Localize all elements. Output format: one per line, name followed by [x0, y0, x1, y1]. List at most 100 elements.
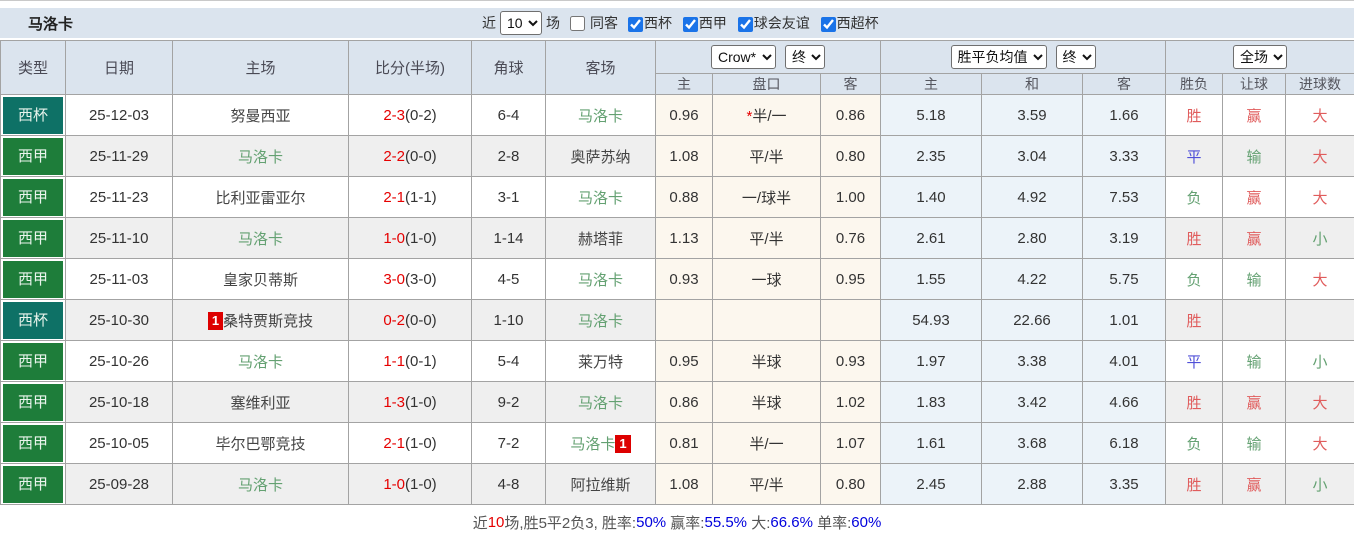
league-type-badge: 西甲: [3, 342, 63, 380]
fulltime-score: 1-1: [383, 352, 405, 370]
footer-segment: 场,胜5平2负3, 胜率:: [504, 514, 637, 532]
halftime-score: (0-0): [405, 147, 437, 165]
lose-odds-cell: 4.01: [1081, 340, 1167, 382]
handicap-line: 一球: [751, 271, 782, 289]
handicap-result-cell: 赢: [1222, 463, 1287, 505]
draw-odds-cell: 3.68: [981, 422, 1083, 464]
home-team-cell: 努曼西亚: [172, 94, 349, 136]
lose-odds-cell: 1.01: [1081, 299, 1167, 341]
league-type-badge: 西甲: [3, 137, 63, 175]
odds-source-select[interactable]: Crow*: [711, 45, 776, 69]
table-row: 西甲 25-11-23 比利亚雷亚尔 2-1(1-1) 3-1 马洛卡 0.88…: [0, 176, 1354, 218]
fulltime-score: 1-3: [383, 393, 405, 411]
competition-filter-checkbox[interactable]: [820, 16, 836, 32]
league-type-badge: 西甲: [3, 260, 63, 298]
competition-filter-checkbox[interactable]: [628, 16, 643, 32]
table-row: 西甲 25-11-03 皇家贝蒂斯 3-0(3-0) 4-5 马洛卡 0.93 …: [0, 258, 1354, 300]
handicap-home-odds-cell: 0.81: [655, 422, 713, 464]
handicap-line-cell: 一球: [712, 258, 821, 300]
result-cell: 胜: [1165, 94, 1224, 136]
subheader-handicap-line: 盘口: [712, 73, 821, 95]
europe-avg-select[interactable]: 胜平负均值: [950, 45, 1047, 69]
handicap-line-cell: *半/一: [712, 94, 821, 136]
halftime-score: (1-0): [405, 393, 437, 411]
away-team-cell: 马洛卡: [545, 94, 656, 136]
fulltime-score: 1-0: [383, 229, 405, 247]
league-type-badge: 西甲: [3, 465, 63, 503]
home-team-cell: 毕尔巴鄂竞技: [172, 422, 349, 464]
win-odds-cell: 2.61: [880, 217, 982, 259]
handicap-line: 半/一: [749, 435, 784, 453]
draw-odds-cell: 4.22: [981, 258, 1083, 300]
away-team-name: 马洛卡: [577, 271, 623, 289]
away-team-cell: 马洛卡: [545, 381, 656, 423]
subheader-handicap-away: 客: [820, 73, 881, 95]
league-type-badge: 西杯: [3, 301, 63, 339]
recent-count-select[interactable]: 10: [500, 11, 542, 35]
competition-filter-checkbox[interactable]: [682, 16, 698, 32]
corner-cell: 4-8: [471, 463, 546, 505]
fulltime-score: 2-3: [383, 106, 405, 124]
draw-odds-cell: 3.38: [981, 340, 1083, 382]
handicap-line: 半球: [751, 353, 782, 371]
handicap-home-odds-cell: 0.88: [655, 176, 713, 218]
subheader-draw: 和: [981, 73, 1083, 95]
footer-segment: 60%: [851, 513, 882, 531]
draw-odds-cell: 4.92: [981, 176, 1083, 218]
handicap-away-odds-cell: [820, 299, 881, 341]
away-team-name: 奥萨苏纳: [570, 148, 631, 166]
corner-cell: 9-2: [471, 381, 546, 423]
away-team-cell: 奥萨苏纳: [545, 135, 656, 177]
matches-label: 场: [546, 15, 560, 31]
competition-filter: 西甲: [677, 15, 728, 32]
goals-result-cell: 小: [1285, 217, 1354, 259]
competition-filter: 西超杯: [815, 15, 880, 32]
league-type-cell: 西甲: [0, 258, 66, 300]
home-team-name: 毕尔巴鄂竞技: [215, 435, 306, 453]
recent-label: 近: [482, 15, 496, 31]
away-team-name: 马洛卡: [577, 189, 623, 207]
win-odds-cell: 1.97: [880, 340, 982, 382]
league-type-cell: 西甲: [0, 463, 66, 505]
win-odds-cell: 1.55: [880, 258, 982, 300]
handicap-line-cell: [712, 299, 821, 341]
scope-select[interactable]: 全场: [1233, 45, 1288, 69]
win-odds-cell: 2.35: [880, 135, 982, 177]
same-away-checkbox[interactable]: [570, 15, 585, 31]
europe-final-select[interactable]: 终: [1055, 45, 1096, 69]
away-team-name: 马洛卡: [577, 107, 623, 125]
win-odds-cell: 1.83: [880, 381, 982, 423]
league-type-badge: 西甲: [3, 219, 63, 257]
home-team-name: 桑特贾斯竞技: [223, 312, 314, 330]
page-title: 马洛卡: [28, 15, 74, 33]
score-cell: 1-1(0-1): [348, 340, 472, 382]
handicap-home-odds-cell: 0.86: [655, 381, 713, 423]
goals-result-cell: 大: [1285, 176, 1354, 218]
header-home: 主场: [172, 40, 349, 95]
score-cell: 1-0(1-0): [348, 463, 472, 505]
home-team-name: 马洛卡: [237, 148, 283, 166]
handicap-away-odds-cell: 0.76: [820, 217, 881, 259]
subheader-goals: 进球数: [1285, 73, 1354, 95]
score-cell: 0-2(0-0): [348, 299, 472, 341]
lose-odds-cell: 6.18: [1081, 422, 1167, 464]
league-type-cell: 西杯: [0, 94, 66, 136]
home-team-cell: 马洛卡: [172, 463, 349, 505]
home-team-name: 塞维利亚: [230, 394, 291, 412]
subheader-handicap-result: 让球: [1222, 73, 1287, 95]
goals-result-cell: 大: [1285, 135, 1354, 177]
halftime-score: (1-0): [405, 475, 437, 493]
result-cell: 负: [1165, 258, 1224, 300]
score-cell: 1-0(1-0): [348, 217, 472, 259]
fulltime-score: 0-2: [383, 311, 405, 329]
same-away-label: 同客: [590, 15, 618, 31]
handicap-result-cell: 赢: [1222, 381, 1287, 423]
match-table: 类型 日期 主场 比分(半场) 角球 客场 Crow* 终 胜平负均值 终 全场…: [0, 40, 1354, 505]
handicap-home-odds-cell: 0.95: [655, 340, 713, 382]
odds-final-select[interactable]: 终: [785, 45, 825, 69]
competition-filter-checkbox[interactable]: [737, 16, 753, 32]
corner-cell: 3-1: [471, 176, 546, 218]
league-type-cell: 西杯: [0, 299, 66, 341]
handicap-result-cell: 赢: [1222, 176, 1287, 218]
win-odds-cell: 1.40: [880, 176, 982, 218]
